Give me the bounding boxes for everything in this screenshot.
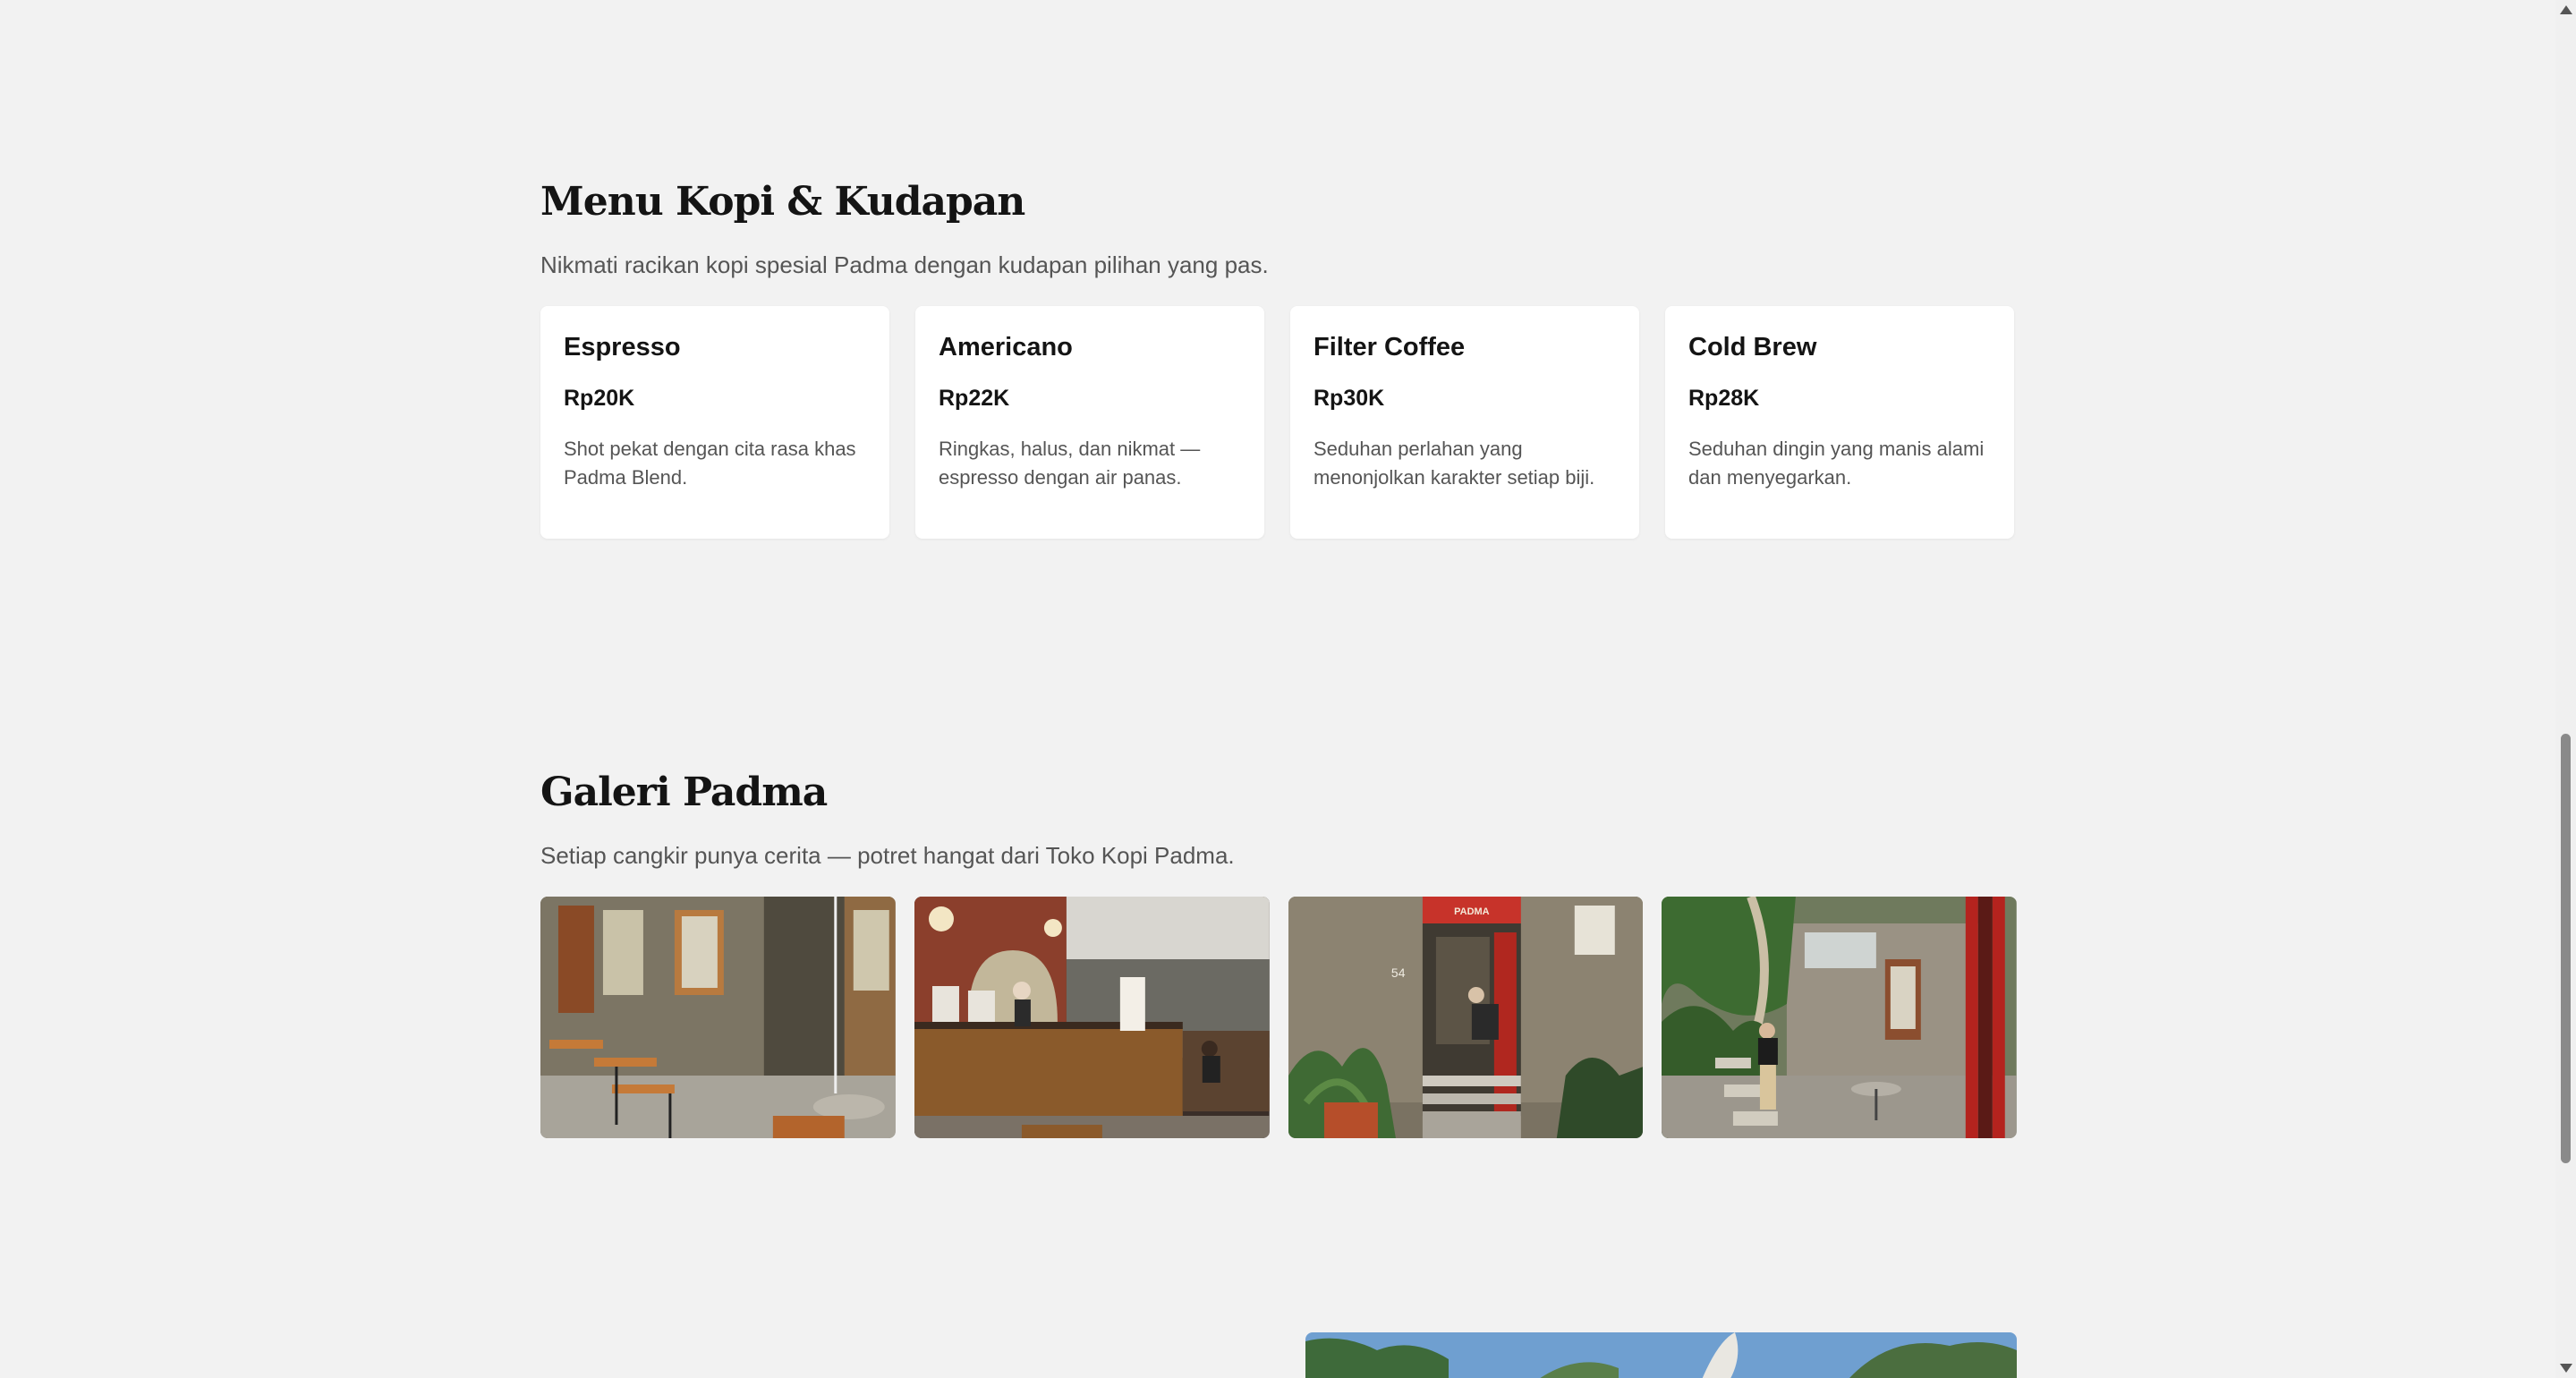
menu-item-description: Seduhan dingin yang manis alami dan meny… [1688, 438, 1985, 489]
gallery-photos: PADMA 54 [540, 897, 2017, 1138]
menu-item-name: Espresso [564, 333, 681, 362]
menu-item-description: Seduhan perlahan yang menonjolkan karakt… [1314, 438, 1595, 489]
menu-item-name: Filter Coffee [1314, 333, 1466, 362]
gallery-title: Galeri Padma [540, 770, 828, 815]
menu-title: Menu Kopi & Kudapan [540, 179, 1025, 225]
vertical-scrollbar[interactable] [2555, 0, 2576, 1378]
menu-section: Menu Kopi & Kudapan Nikmati racikan kopi… [540, 179, 2017, 539]
entrance-sign-text: PADMA [1454, 906, 1490, 917]
menu-item-name: Americano [939, 333, 1073, 362]
menu-card-cold-brew: Cold Brew Rp28K Seduhan dingin yang mani… [1665, 306, 2014, 539]
menu-cards: Espresso Rp20K Shot pekat dengan cita ra… [540, 306, 2017, 539]
menu-item-price: Rp28K [1688, 386, 1760, 411]
scroll-down-arrow-icon[interactable] [2560, 1364, 2572, 1373]
gallery-section: Galeri Padma Setiap cangkir punya cerita… [540, 770, 2017, 1138]
menu-card-espresso: Espresso Rp20K Shot pekat dengan cita ra… [540, 306, 889, 539]
gallery-photo-coffee-bar[interactable] [914, 897, 1270, 1138]
gallery-photo-courtyard[interactable] [540, 897, 896, 1138]
scrollbar-thumb[interactable] [2561, 734, 2571, 1163]
door-number-text: 54 [1390, 965, 1405, 980]
menu-item-price: Rp22K [939, 386, 1010, 411]
menu-item-name: Cold Brew [1688, 333, 1817, 362]
scroll-up-arrow-icon[interactable] [2560, 5, 2572, 14]
menu-subtitle: Nikmati racikan kopi spesial Padma denga… [540, 251, 1269, 278]
menu-card-americano: Americano Rp22K Ringkas, halus, dan nikm… [915, 306, 1264, 539]
gallery-photo-entrance[interactable]: PADMA 54 [1288, 897, 1644, 1138]
gallery-photo-garden-path[interactable] [1662, 897, 2017, 1138]
menu-item-description: Shot pekat dengan cita rasa khas Padma B… [564, 438, 856, 489]
menu-item-description: Ringkas, halus, dan nikmat — espresso de… [939, 438, 1201, 489]
menu-item-price: Rp20K [564, 386, 635, 411]
gallery-subtitle: Setiap cangkir punya cerita — potret han… [540, 842, 1235, 869]
featured-photo-partial [1305, 1332, 2017, 1378]
menu-card-filter-coffee: Filter Coffee Rp30K Seduhan perlahan yan… [1290, 306, 1639, 539]
menu-item-price: Rp30K [1314, 386, 1385, 411]
page: Menu Kopi & Kudapan Nikmati racikan kopi… [0, 0, 2555, 1378]
